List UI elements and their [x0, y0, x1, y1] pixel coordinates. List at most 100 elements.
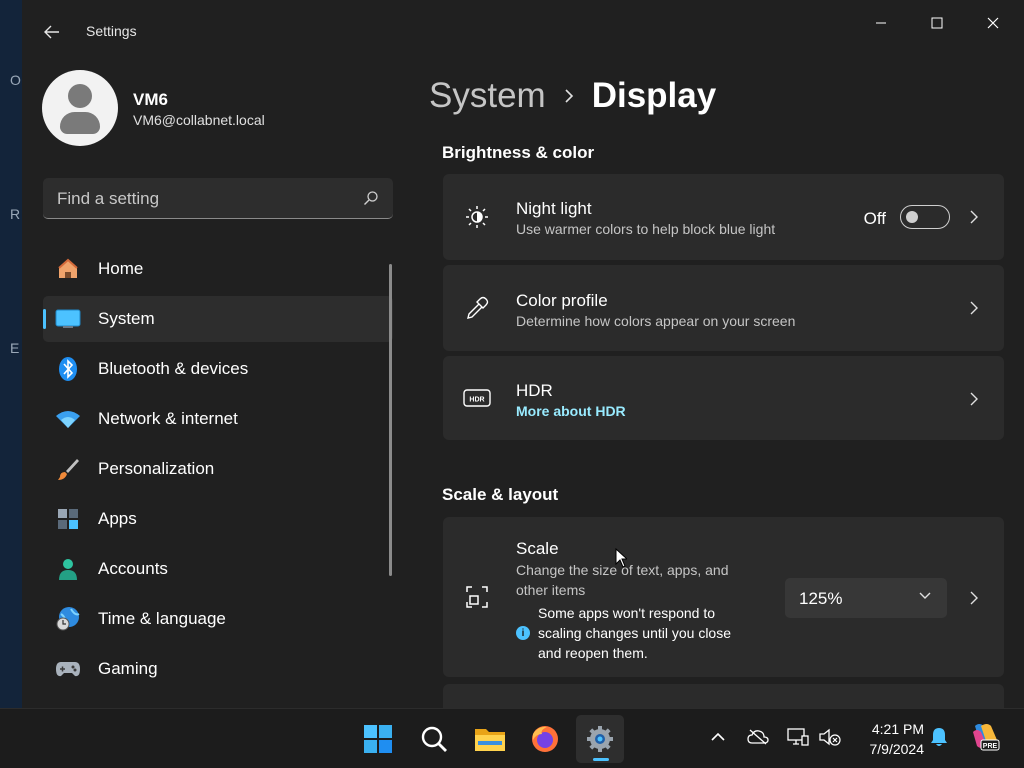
- color-profile-subtitle: Determine how colors appear on your scre…: [516, 313, 796, 329]
- sidebar-item-accounts[interactable]: Accounts: [43, 546, 393, 592]
- volume-muted-icon: [819, 728, 841, 746]
- person-icon: [55, 556, 81, 582]
- hdr-title: HDR: [516, 381, 553, 400]
- bluetooth-icon: [55, 356, 81, 382]
- sidebar-item-home[interactable]: Home: [43, 246, 393, 292]
- desktop-background: O R E: [0, 0, 22, 708]
- file-explorer-button[interactable]: [466, 715, 514, 763]
- apps-icon: [55, 506, 81, 532]
- breadcrumb: System Display: [429, 74, 716, 118]
- arrow-left-icon: [44, 25, 59, 39]
- chevron-right-icon: [968, 590, 980, 606]
- info-icon: i: [516, 626, 530, 640]
- chevron-right-icon: [968, 391, 980, 407]
- minimize-button[interactable]: [858, 8, 904, 38]
- sidebar-scrollbar[interactable]: [389, 264, 392, 576]
- avatar: [42, 70, 118, 146]
- maximize-button[interactable]: [914, 8, 960, 38]
- sidebar-item-network[interactable]: Network & internet: [43, 396, 393, 442]
- title-bar: Settings: [22, 0, 1024, 64]
- file-explorer-icon: [475, 729, 505, 751]
- taskbar-clock[interactable]: 4:21 PM 7/9/2024: [852, 719, 925, 759]
- search-input[interactable]: Find a setting: [43, 178, 393, 219]
- scale-value: 125%: [799, 589, 843, 608]
- scale-card[interactable]: Scale Change the size of text, apps, and…: [443, 517, 1004, 677]
- active-indicator: [593, 758, 609, 761]
- scale-dropdown[interactable]: 125%: [785, 578, 947, 618]
- scale-subtitle: Change the size of text, apps, and other…: [516, 562, 729, 598]
- user-name: VM6: [133, 90, 168, 109]
- copilot-icon: PRE: [973, 724, 1000, 751]
- mouse-cursor-icon: [615, 548, 627, 568]
- hdr-icon: HDR: [463, 384, 491, 412]
- sidebar-item-system[interactable]: System: [43, 296, 393, 342]
- svg-text:PRE: PRE: [983, 743, 998, 750]
- night-light-toggle[interactable]: [900, 205, 950, 229]
- app-title: Settings: [86, 23, 137, 39]
- sidebar-item-gaming[interactable]: Gaming: [43, 646, 393, 692]
- chevron-down-icon: [919, 592, 931, 599]
- brush-icon: [55, 456, 81, 482]
- scale-title: Scale: [516, 539, 559, 558]
- copilot-button[interactable]: PRE: [969, 722, 1001, 752]
- sidebar-nav: Home System Bluetooth & devices Network …: [43, 246, 393, 696]
- maximize-icon: [931, 17, 943, 29]
- night-light-card[interactable]: Night light Use warmer colors to help bl…: [443, 174, 1004, 260]
- section-brightness-color: Brightness & color: [442, 143, 595, 162]
- scale-icon: [463, 583, 491, 611]
- settings-gear-icon: [587, 726, 613, 752]
- network-button[interactable]: [786, 725, 810, 749]
- hdr-card[interactable]: HDR HDR More about HDR: [443, 356, 1004, 440]
- volume-button[interactable]: [818, 725, 842, 749]
- home-icon: [55, 256, 81, 282]
- more-about-hdr-link[interactable]: More about HDR: [516, 403, 626, 419]
- night-light-state: Off: [863, 209, 886, 228]
- notifications-button[interactable]: [927, 725, 951, 749]
- eyedropper-icon: [463, 294, 491, 322]
- user-profile[interactable]: VM6 VM6@collabnet.local: [42, 70, 402, 150]
- show-hidden-icons-button[interactable]: [706, 725, 730, 749]
- windows-start-icon: [364, 725, 392, 753]
- start-button[interactable]: [354, 715, 402, 763]
- night-light-icon: [463, 203, 491, 231]
- settings-taskbar-button[interactable]: [576, 715, 624, 763]
- firefox-button[interactable]: [521, 715, 569, 763]
- scale-info-text: Some apps won't respond to scaling chang…: [538, 605, 732, 661]
- svg-text:HDR: HDR: [469, 397, 484, 404]
- controller-icon: [55, 656, 81, 682]
- search-icon: [364, 191, 378, 205]
- clock-time: 4:21 PM: [871, 721, 924, 737]
- section-scale-layout: Scale & layout: [442, 485, 559, 504]
- sidebar-item-bluetooth[interactable]: Bluetooth & devices: [43, 346, 393, 392]
- notification-bell-icon: [931, 728, 947, 746]
- sidebar-item-apps[interactable]: Apps: [43, 496, 393, 542]
- firefox-icon: [532, 726, 558, 752]
- night-light-title: Night light: [516, 199, 592, 218]
- minimize-icon: [876, 22, 886, 24]
- breadcrumb-system[interactable]: System: [429, 76, 546, 116]
- wifi-icon: [55, 406, 81, 432]
- sidebar-item-personalization[interactable]: Personalization: [43, 446, 393, 492]
- settings-window: Settings VM6 VM6@collabnet.local Find a …: [22, 0, 1024, 708]
- night-light-subtitle: Use warmer colors to help block blue lig…: [516, 221, 776, 237]
- chevron-right-icon: [968, 300, 980, 316]
- display-icon: [55, 306, 81, 332]
- next-setting-card[interactable]: [443, 684, 1004, 708]
- chevron-up-icon: [711, 732, 725, 741]
- taskbar-search-button[interactable]: [410, 715, 458, 763]
- color-profile-title: Color profile: [516, 291, 608, 310]
- taskbar: 4:21 PM 7/9/2024 PRE: [0, 708, 1024, 768]
- sidebar-item-time-language[interactable]: Time & language: [43, 596, 393, 642]
- chevron-right-icon: [968, 209, 980, 225]
- chevron-right-icon: [564, 88, 574, 104]
- clock-date: 7/9/2024: [869, 741, 925, 757]
- network-icon: [787, 728, 809, 746]
- close-button[interactable]: [970, 8, 1016, 38]
- page-title: Display: [591, 76, 717, 115]
- search-placeholder: Find a setting: [57, 189, 160, 208]
- back-button[interactable]: [40, 20, 64, 44]
- onedrive-button[interactable]: [746, 725, 770, 749]
- color-profile-card[interactable]: Color profile Determine how colors appea…: [443, 265, 1004, 351]
- onedrive-offline-icon: [747, 729, 769, 745]
- user-email: VM6@collabnet.local: [133, 112, 265, 128]
